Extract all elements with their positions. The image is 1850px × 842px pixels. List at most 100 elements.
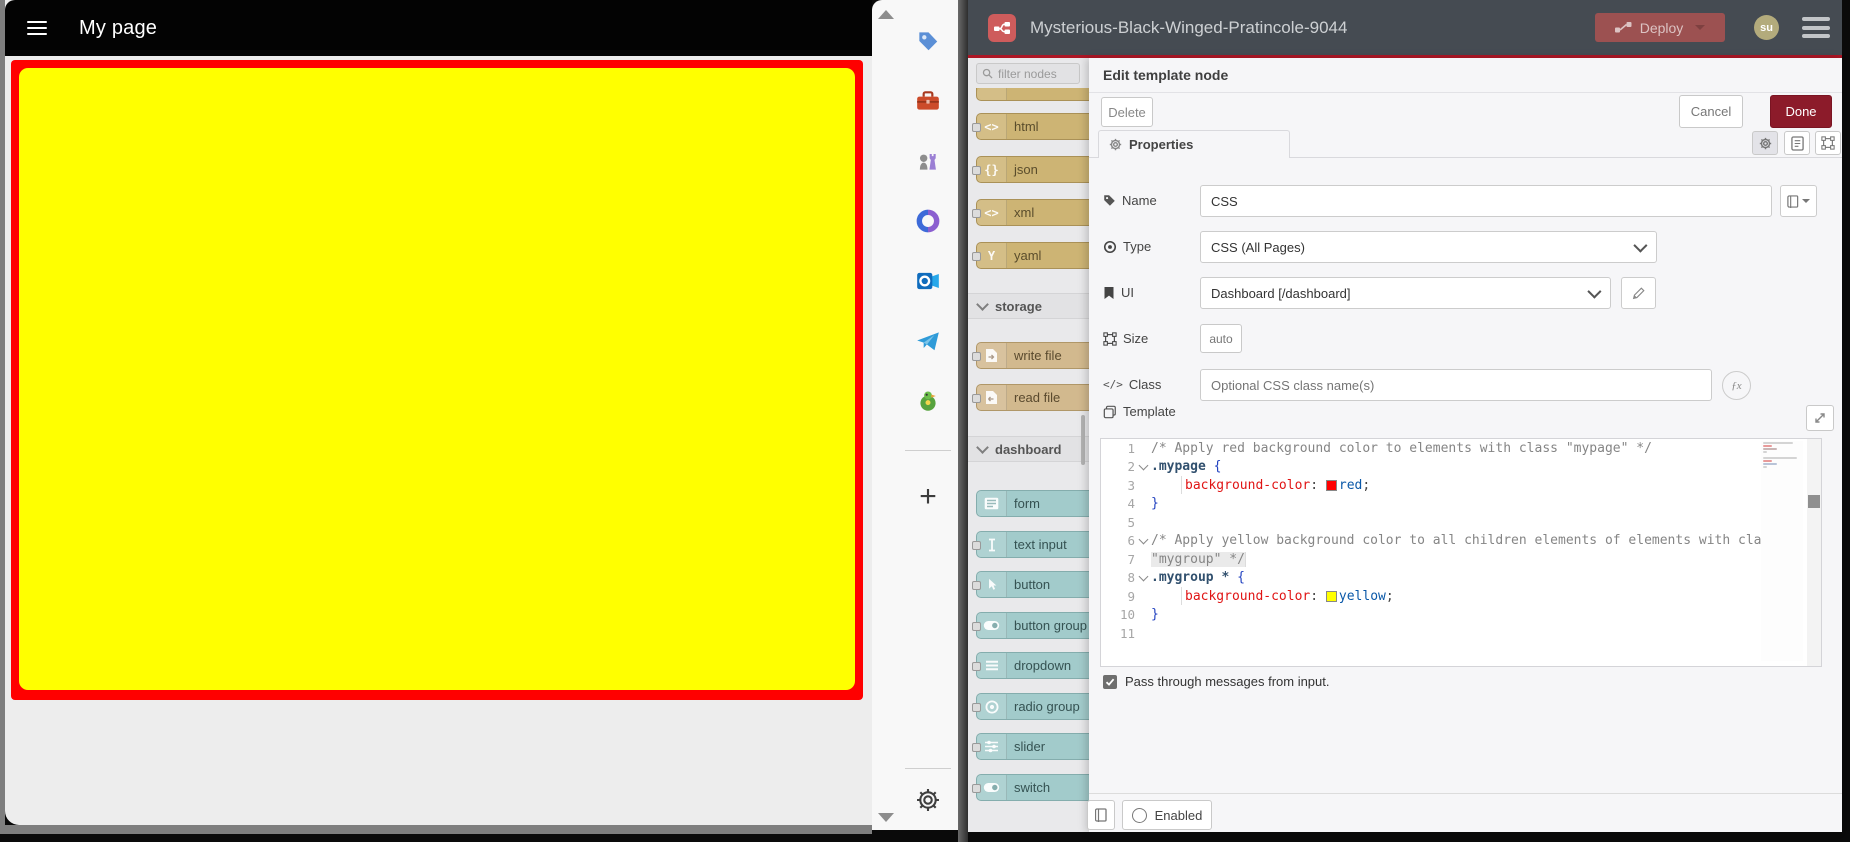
palette-node-button[interactable]: button — [972, 571, 1089, 598]
book-icon — [1095, 808, 1107, 822]
palette-scrollbar-thumb[interactable] — [1081, 415, 1085, 465]
office-loop-icon[interactable] — [913, 206, 943, 236]
node-icon: <> — [977, 114, 1007, 139]
palette-category-dashboard[interactable]: dashboard — [968, 436, 1089, 462]
deploy-button[interactable]: Deploy — [1595, 13, 1725, 42]
dashboard-appbar: My page — [5, 0, 872, 56]
edit-ui-button[interactable] — [1621, 277, 1656, 309]
code-line-6[interactable]: 6 /* Apply yellow background color to all… — [1101, 532, 1821, 551]
palette-node-xml[interactable]: <> xml — [972, 199, 1089, 226]
library-button[interactable] — [1087, 800, 1115, 830]
passthrough-checkbox[interactable] — [1103, 674, 1117, 689]
editor-minimap[interactable] — [1761, 441, 1803, 661]
color-swatch — [1325, 590, 1337, 602]
line-number: 5 — [1127, 514, 1135, 530]
fold-chevron-icon[interactable] — [1135, 534, 1151, 545]
node-icon — [977, 88, 1007, 100]
line-number: 10 — [1119, 607, 1135, 623]
editor-scrollbar-thumb[interactable] — [1808, 495, 1820, 508]
outlook-icon[interactable] — [913, 266, 943, 296]
enabled-toggle-button[interactable]: Enabled — [1122, 800, 1212, 830]
palette-node-write-file[interactable]: write file — [972, 342, 1089, 369]
editor-scrollbar[interactable] — [1807, 439, 1821, 666]
type-select[interactable]: CSS (All Pages) — [1200, 231, 1657, 263]
template-code-editor[interactable]: 1 /* Apply red background color to elemen… — [1100, 438, 1822, 667]
palette-node-yaml[interactable]: Yyaml — [972, 242, 1089, 269]
description-icon-button[interactable] — [1784, 131, 1810, 155]
class-input[interactable] — [1200, 369, 1712, 401]
settings-gear-icon[interactable] — [913, 785, 943, 815]
palette-node-slider[interactable]: slider — [972, 733, 1089, 760]
node-input-port — [972, 581, 981, 590]
code-line-10[interactable]: 10} — [1101, 606, 1821, 625]
ui-select[interactable]: Dashboard [/dashboard] — [1200, 277, 1611, 309]
node-palette: filter nodes <> html {} json <> xml Yyaml stora… — [968, 58, 1090, 832]
tag-icon[interactable] — [913, 26, 943, 56]
node-red-logo — [988, 13, 1016, 42]
palette-node-html[interactable]: <> html — [972, 113, 1089, 140]
user-avatar[interactable]: su — [1754, 15, 1779, 40]
chess-pieces-icon[interactable] — [913, 146, 943, 176]
code-line-9[interactable]: 9 background-color: yellow; — [1101, 587, 1821, 606]
main-menu-icon[interactable] — [1802, 17, 1830, 38]
palette-node-read-file[interactable]: read file — [972, 384, 1089, 411]
palette-node-dropdown[interactable]: dropdown — [972, 652, 1089, 679]
code-line-2[interactable]: 2 .mypage { — [1101, 458, 1821, 477]
code-line-4[interactable]: 4} — [1101, 495, 1821, 514]
dashboard-page-title: My page — [79, 16, 158, 39]
line-number: 3 — [1127, 477, 1135, 493]
cancel-button[interactable]: Cancel — [1679, 95, 1743, 128]
scroll-up-icon[interactable] — [878, 10, 894, 19]
properties-icon-button[interactable] — [1752, 131, 1778, 155]
menu-icon[interactable] — [27, 21, 47, 35]
palette-node-partial[interactable] — [976, 88, 1089, 101]
passthrough-checkbox-row[interactable]: Pass through messages from input. — [1103, 674, 1330, 689]
telegram-icon[interactable] — [913, 326, 943, 356]
code-line-7[interactable]: 7 "mygroup" */ — [1101, 550, 1821, 569]
size-field-label: Size — [1103, 331, 1148, 346]
left-window-bottom-edge — [0, 825, 872, 834]
node-icon — [977, 572, 1007, 597]
palette-node-switch[interactable]: switch — [972, 774, 1089, 801]
code-lines: 1 /* Apply red background color to elemen… — [1101, 439, 1821, 643]
line-number: 9 — [1127, 588, 1135, 604]
palette-node-form[interactable]: form — [976, 490, 1089, 517]
scroll-down-icon[interactable] — [878, 813, 894, 822]
palette-node-json[interactable]: {} json — [972, 156, 1089, 183]
palette-node-radio-group[interactable]: radio group — [972, 693, 1089, 720]
code-line-8[interactable]: 8 .mygroup * { — [1101, 569, 1821, 588]
add-service-icon[interactable]: + — [913, 480, 943, 513]
bird-icon[interactable] — [913, 386, 943, 416]
code-line-5[interactable]: 5 — [1101, 513, 1821, 532]
sidebar-divider — [905, 450, 951, 451]
deploy-options-caret-icon[interactable] — [1695, 25, 1706, 30]
name-input[interactable] — [1200, 185, 1772, 217]
sidebar-divider — [905, 768, 951, 769]
done-button[interactable]: Done — [1770, 95, 1832, 128]
palette-filter-input[interactable]: filter nodes — [976, 63, 1080, 84]
palette-node-text-input[interactable]: text input — [972, 531, 1089, 558]
toolbox-icon[interactable] — [913, 86, 943, 116]
fx-button[interactable]: ƒx — [1722, 371, 1751, 400]
size-auto-button[interactable]: auto — [1200, 324, 1242, 353]
node-input-port — [972, 662, 981, 671]
chevron-down-icon — [976, 298, 989, 311]
fold-chevron-icon[interactable] — [1135, 460, 1151, 471]
mygroup-yellow-area — [19, 68, 855, 690]
name-library-button[interactable] — [1780, 185, 1817, 217]
palette-node-button-group[interactable]: button group — [972, 612, 1089, 639]
line-number: 4 — [1127, 496, 1135, 512]
line-number: 2 — [1127, 459, 1135, 475]
code-line-11[interactable]: 11 — [1101, 624, 1821, 643]
expand-editor-button[interactable] — [1806, 405, 1834, 431]
fold-chevron-icon[interactable] — [1135, 571, 1151, 582]
appearance-icon-button[interactable] — [1815, 131, 1841, 155]
sidebar-scrollbar[interactable] — [872, 0, 898, 830]
tab-properties[interactable]: Properties — [1098, 130, 1290, 158]
node-input-port — [972, 123, 981, 132]
palette-category-storage[interactable]: storage — [968, 293, 1089, 319]
delete-button[interactable]: Delete — [1101, 97, 1153, 127]
code-line-1[interactable]: 1 /* Apply red background color to elemen… — [1101, 439, 1821, 458]
code-line-3[interactable]: 3 background-color: red; — [1101, 476, 1821, 495]
code-text: "mygroup" */ — [1151, 551, 1246, 567]
